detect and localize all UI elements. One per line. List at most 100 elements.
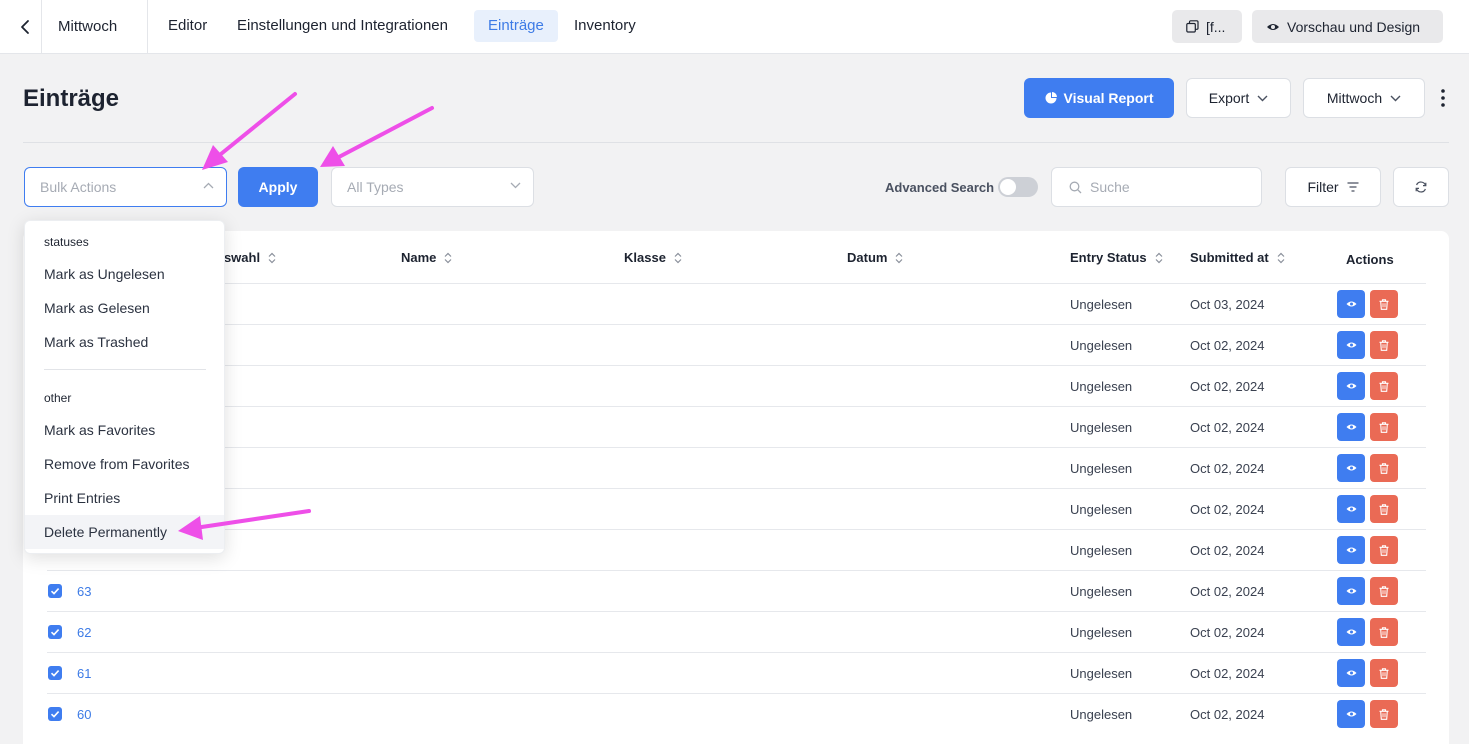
visual-report-button[interactable]: Visual Report xyxy=(1024,78,1174,118)
bulk-actions-select[interactable]: Bulk Actions xyxy=(24,167,227,207)
column-header-entry-status[interactable]: Entry Status xyxy=(1070,250,1163,265)
delete-entry-button[interactable] xyxy=(1370,331,1398,359)
row-checkbox[interactable] xyxy=(48,707,62,721)
trash-icon xyxy=(1379,585,1389,597)
menu-item-mark-trashed[interactable]: Mark as Trashed xyxy=(25,325,224,359)
form-select-button[interactable]: Mittwoch xyxy=(1303,78,1425,118)
shortcode-label: [f... xyxy=(1206,18,1226,35)
kebab-icon[interactable] xyxy=(1435,88,1451,108)
menu-item-mark-read[interactable]: Mark as Gelesen xyxy=(25,291,224,325)
preview-design-button[interactable]: Vorschau und Design xyxy=(1252,10,1443,43)
view-entry-button[interactable] xyxy=(1337,454,1365,482)
entry-status: Ungelesen xyxy=(1070,625,1133,640)
delete-entry-button[interactable] xyxy=(1370,700,1398,728)
entry-id-link[interactable]: 60 xyxy=(77,707,91,722)
delete-entry-button[interactable] xyxy=(1370,577,1398,605)
refresh-button[interactable] xyxy=(1393,167,1449,207)
view-entry-button[interactable] xyxy=(1337,372,1365,400)
row-checkbox[interactable] xyxy=(48,666,62,680)
view-entry-button[interactable] xyxy=(1337,495,1365,523)
tab-inventory[interactable]: Inventory xyxy=(560,10,650,42)
chevron-left-icon[interactable] xyxy=(16,17,36,37)
entry-status: Ungelesen xyxy=(1070,584,1133,599)
table-row[interactable]: Ungelesen Oct 02, 2024 xyxy=(47,529,1426,570)
trash-icon xyxy=(1379,708,1389,720)
table-row[interactable]: 61 Ungelesen Oct 02, 2024 xyxy=(47,652,1426,693)
tab-editor[interactable]: Editor xyxy=(154,10,221,42)
delete-entry-button[interactable] xyxy=(1370,454,1398,482)
view-entry-button[interactable] xyxy=(1337,700,1365,728)
dropdown-group-statuses: statuses xyxy=(44,235,89,249)
table-row[interactable]: 60 Ungelesen Oct 02, 2024 xyxy=(47,693,1426,734)
table-row[interactable]: Ungelesen Oct 02, 2024 xyxy=(47,365,1426,406)
sort-icon xyxy=(268,252,276,263)
row-checkbox[interactable] xyxy=(48,584,62,598)
nav-divider xyxy=(147,0,148,54)
trash-icon xyxy=(1379,544,1389,556)
column-header-name[interactable]: Name xyxy=(401,250,452,265)
table-row[interactable]: Ungelesen Oct 02, 2024 xyxy=(47,406,1426,447)
column-header-submitted-at[interactable]: Submitted at xyxy=(1190,250,1285,265)
page-title: Einträge xyxy=(23,85,120,112)
eye-icon xyxy=(1346,629,1356,635)
view-entry-button[interactable] xyxy=(1337,659,1365,687)
column-label: Entry Status xyxy=(1070,250,1147,265)
advanced-search-toggle[interactable] xyxy=(998,177,1038,197)
search-input[interactable]: Suche xyxy=(1051,167,1262,207)
entry-id-link[interactable]: 63 xyxy=(77,584,91,599)
column-header-actions: Actions xyxy=(1346,252,1394,267)
trash-icon xyxy=(1379,421,1389,433)
delete-entry-button[interactable] xyxy=(1370,495,1398,523)
table-row[interactable]: Ungelesen Oct 02, 2024 xyxy=(47,447,1426,488)
delete-entry-button[interactable] xyxy=(1370,290,1398,318)
view-entry-button[interactable] xyxy=(1337,577,1365,605)
entry-id-link[interactable]: 62 xyxy=(77,625,91,640)
table-row[interactable]: 62 Ungelesen Oct 02, 2024 xyxy=(47,611,1426,652)
delete-entry-button[interactable] xyxy=(1370,618,1398,646)
column-header-auswahl[interactable]: uswahl xyxy=(216,250,276,265)
table-row[interactable]: Ungelesen Oct 02, 2024 xyxy=(47,488,1426,529)
menu-item-mark-favorites[interactable]: Mark as Favorites xyxy=(25,413,224,447)
view-entry-button[interactable] xyxy=(1337,331,1365,359)
arrow-to-apply xyxy=(320,106,434,167)
menu-item-print-entries[interactable]: Print Entries xyxy=(25,481,224,515)
submitted-at: Oct 02, 2024 xyxy=(1190,666,1265,681)
delete-entry-button[interactable] xyxy=(1370,413,1398,441)
delete-entry-button[interactable] xyxy=(1370,372,1398,400)
trash-icon xyxy=(1379,626,1389,638)
row-checkbox[interactable] xyxy=(48,625,62,639)
check-icon xyxy=(50,629,60,636)
table-row[interactable]: Ungelesen Oct 02, 2024 xyxy=(47,324,1426,365)
tab-entries[interactable]: Einträge xyxy=(474,10,558,42)
view-entry-button[interactable] xyxy=(1337,290,1365,318)
arrow-to-bulk-actions xyxy=(202,92,297,170)
table-row[interactable]: Ungelesen Oct 03, 2024 xyxy=(47,283,1426,324)
view-entry-button[interactable] xyxy=(1337,618,1365,646)
delete-entry-button[interactable] xyxy=(1370,536,1398,564)
table-row[interactable]: 63 Ungelesen Oct 02, 2024 xyxy=(47,570,1426,611)
delete-entry-button[interactable] xyxy=(1370,659,1398,687)
view-entry-button[interactable] xyxy=(1337,413,1365,441)
chevron-down-icon xyxy=(510,182,521,189)
menu-item-delete-permanently[interactable]: Delete Permanently xyxy=(25,515,224,549)
column-header-datum[interactable]: Datum xyxy=(847,250,903,265)
entry-status: Ungelesen xyxy=(1070,420,1133,435)
chevron-down-icon xyxy=(1257,95,1268,101)
column-header-klasse[interactable]: Klasse xyxy=(624,250,682,265)
tab-settings-integrations[interactable]: Einstellungen und Integrationen xyxy=(223,10,462,42)
check-icon xyxy=(50,711,60,718)
entry-id-link[interactable]: 61 xyxy=(77,666,91,681)
entry-status: Ungelesen xyxy=(1070,707,1133,722)
bulk-actions-dropdown: statuses Mark as Ungelesen Mark as Geles… xyxy=(24,220,225,554)
trash-icon xyxy=(1379,503,1389,515)
view-entry-button[interactable] xyxy=(1337,536,1365,564)
menu-item-remove-favorites[interactable]: Remove from Favorites xyxy=(25,447,224,481)
export-button[interactable]: Export xyxy=(1186,78,1291,118)
apply-button[interactable]: Apply xyxy=(238,167,318,207)
sort-icon xyxy=(1277,252,1285,263)
filter-button[interactable]: Filter xyxy=(1285,167,1381,207)
shortcode-button[interactable]: [f... xyxy=(1172,10,1242,43)
entry-types-select[interactable]: All Types xyxy=(331,167,534,207)
menu-item-mark-unread[interactable]: Mark as Ungelesen xyxy=(25,257,224,291)
eye-icon xyxy=(1346,711,1356,717)
